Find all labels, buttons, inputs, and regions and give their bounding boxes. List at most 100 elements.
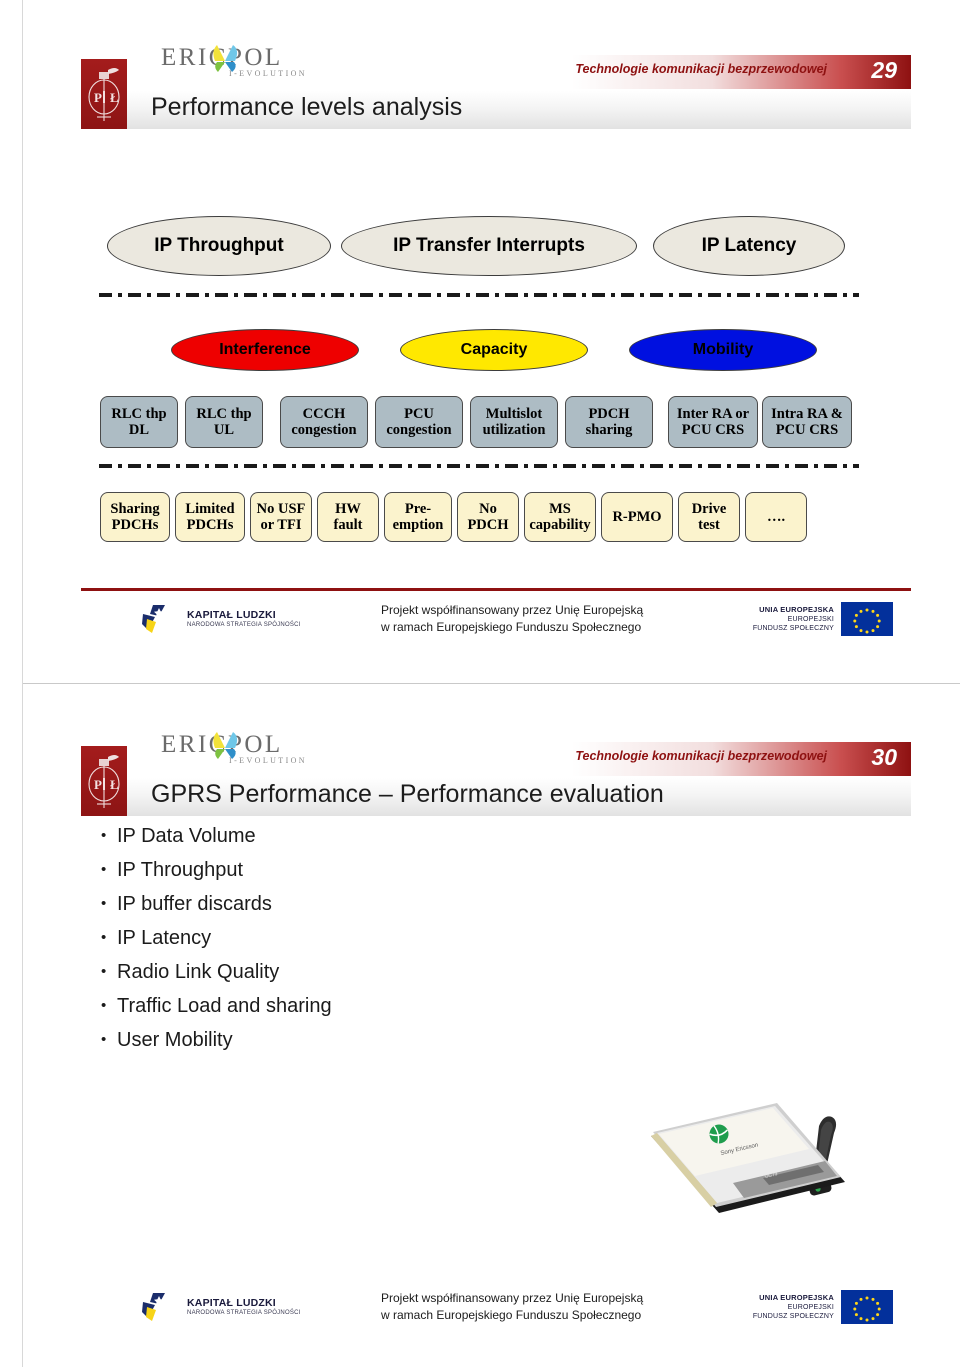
svg-text:P: P	[94, 90, 102, 105]
slide-30: P Ł ERICPOL I-EVOLUTION Technologie komu…	[23, 683, 960, 1368]
evaluation-bullet-list: IP Data Volume IP Throughput IP buffer d…	[101, 819, 332, 1057]
eu-line-3: FUNDUSZ SPOŁECZNY	[752, 1313, 834, 1320]
box-line-1: Multislot	[485, 405, 543, 422]
level4-box-limited-pdchs: Limited PDCHs	[175, 492, 245, 542]
eu-logo: UNIA EUROPEJSKA EUROPEJSKI FUNDUSZ SPOŁE…	[753, 602, 893, 636]
svg-text:Ł: Ł	[110, 777, 119, 792]
box-line-1: Inter RA or	[676, 405, 750, 422]
box-line-1: HW	[335, 500, 361, 517]
box-line-2: fault	[333, 517, 363, 533]
page-number: 30	[871, 744, 897, 770]
eu-flag-icon	[841, 1290, 893, 1324]
level3-box-rlc-thp-ul: RLC thp UL	[185, 396, 263, 448]
footer-divider	[81, 588, 911, 591]
box-line-2: test	[698, 517, 720, 533]
topic-label: Technologie komunikacji bezprzewodowej	[575, 62, 827, 76]
funding-line-1: Projekt współfinansowany przez Unię Euro…	[381, 603, 644, 617]
box-line-1: ….	[766, 508, 786, 525]
kapital-ludzki-title: KAPITAŁ LUDZKI	[187, 1297, 276, 1309]
slide-header: P Ł ERICPOL I-EVOLUTION Technologie komu…	[81, 45, 911, 129]
ericpol-logo: ERICPOL I-EVOLUTION	[161, 732, 311, 776]
eu-funding-statement: Projekt współfinansowany przez Unię Euro…	[381, 602, 643, 636]
level3-box-ccch-congestion: CCCH congestion	[280, 396, 368, 448]
level3-box-inter-ra-or-pcu-crs: Inter RA or PCU CRS	[668, 396, 758, 448]
slide-header: P Ł ERICPOL I-EVOLUTION Technologie komu…	[81, 732, 911, 816]
box-line-2: or TFI	[260, 517, 302, 533]
topic-band: Technologie komunikacji bezprzewodowej 2…	[326, 55, 911, 89]
list-item: IP Latency	[101, 921, 332, 955]
kapital-ludzki-title: KAPITAŁ LUDZKI	[187, 609, 276, 621]
box-line-2: DL	[128, 422, 150, 438]
level3-box-multislot-utilization: Multislot utilization	[470, 396, 558, 448]
level4-box-preemption: Pre-emption	[384, 492, 452, 542]
eu-line-1: UNIA EUROPEJSKA	[759, 604, 834, 614]
level2-node-interference: Interference	[171, 329, 359, 371]
box-line-2: UL	[213, 422, 235, 438]
pcmcia-wireless-card-photo: Sony Ericsson GC79	[613, 1086, 903, 1256]
eu-line-3: FUNDUSZ SPOŁECZNY	[752, 625, 834, 632]
box-line-1: PCU	[404, 405, 434, 422]
box-line-1: PDCH	[588, 405, 630, 422]
level2-node-mobility: Mobility	[629, 329, 817, 371]
level4-box-ms-capability: MS capability	[524, 492, 596, 542]
slide-footer: KAPITAŁ LUDZKI NARODOWA STRATEGIA SPÓJNO…	[81, 1276, 911, 1342]
funding-line-1: Projekt współfinansowany przez Unię Euro…	[381, 1291, 644, 1305]
diagram-divider-1	[99, 293, 859, 297]
topic-band: Technologie komunikacji bezprzewodowej 3…	[326, 742, 911, 776]
box-line-1: Pre-	[404, 500, 432, 517]
level4-box-hw-fault: HW fault	[317, 492, 379, 542]
kapital-ludzki-subtitle: NARODOWA STRATEGIA SPÓJNOŚCI	[187, 622, 301, 628]
node-label: IP Throughput	[154, 235, 284, 256]
level4-box-sharing-pdchs: Sharing PDCHs	[100, 492, 170, 542]
slide-footer: KAPITAŁ LUDZKI NARODOWA STRATEGIA SPÓJNO…	[81, 588, 911, 654]
level1-node-ip-latency: IP Latency	[653, 216, 845, 276]
level4-box-r-pmo: R-PMO	[601, 492, 673, 542]
butterfly-icon	[213, 45, 238, 72]
level3-row: RLC thp DL RLC thp UL CCCH congestion PCU co…	[100, 396, 852, 448]
politechnika-lodzka-crest-icon: P Ł	[81, 746, 127, 816]
level3-box-intra-ra-and-pcu-crs: Intra RA & PCU CRS	[762, 396, 852, 448]
level4-box-drive-test: Drive test	[678, 492, 740, 542]
kapital-ludzki-icon	[142, 605, 165, 633]
document-page: P Ł ERICPOL I-EVOLUTION Technologie komu…	[22, 0, 960, 1367]
level4-box-more: ….	[745, 492, 807, 542]
level3-box-pcu-congestion: PCU congestion	[375, 396, 463, 448]
level1-node-ip-transfer-interrupts: IP Transfer Interrupts	[341, 216, 637, 276]
list-item: Radio Link Quality	[101, 955, 332, 989]
topic-label: Technologie komunikacji bezprzewodowej	[575, 749, 827, 763]
box-line-2: congestion	[291, 422, 357, 438]
level2-node-capacity: Capacity	[400, 329, 588, 371]
ericpol-logo: ERICPOL I-EVOLUTION	[161, 45, 311, 89]
eu-funding-statement: Projekt współfinansowany przez Unię Euro…	[381, 1290, 643, 1324]
list-item: User Mobility	[101, 1023, 332, 1057]
svg-text:Ł: Ł	[110, 90, 119, 105]
node-label: IP Transfer Interrupts	[393, 235, 585, 256]
list-item: IP Data Volume	[101, 819, 332, 853]
level1-node-ip-throughput: IP Throughput	[107, 216, 331, 276]
kapital-ludzki-logo: KAPITAŁ LUDZKI NARODOWA STRATEGIA SPÓJNO…	[139, 1290, 301, 1324]
funding-line-2: w ramach Europejskiego Funduszu Społeczn…	[381, 1308, 642, 1322]
slide-29: P Ł ERICPOL I-EVOLUTION Technologie komu…	[23, 0, 960, 683]
eu-logo: UNIA EUROPEJSKA EUROPEJSKI FUNDUSZ SPOŁE…	[753, 1290, 893, 1324]
node-label: IP Latency	[701, 235, 797, 256]
box-line-1: Drive	[691, 500, 727, 517]
box-line-1: Intra RA &	[771, 405, 843, 422]
level3-box-rlc-thp-dl: RLC thp DL	[100, 396, 178, 448]
box-line-2: utilization	[482, 422, 546, 438]
level4-box-no-pdch: No PDCH	[457, 492, 519, 542]
diagram-divider-2	[99, 464, 859, 468]
level4-row: Sharing PDCHs Limited PDCHs No USF or TFI H…	[100, 492, 807, 542]
kapital-ludzki-icon	[142, 1293, 165, 1321]
box-line-1: R-PMO	[612, 508, 662, 525]
page-title: GPRS Performance – Performance evaluatio…	[151, 780, 664, 808]
eu-line-1: UNIA EUROPEJSKA	[759, 1292, 834, 1302]
node-label: Mobility	[692, 341, 754, 358]
list-item: IP Throughput	[101, 853, 332, 887]
box-line-1: RLC thp	[111, 405, 167, 422]
node-label: Interference	[219, 341, 311, 358]
box-line-1: No	[479, 500, 497, 517]
page-number: 29	[871, 57, 897, 83]
box-line-2: capability	[529, 517, 591, 533]
box-line-2: PDCHs	[111, 517, 159, 533]
funding-line-2: w ramach Europejskiego Funduszu Społeczn…	[381, 620, 642, 634]
